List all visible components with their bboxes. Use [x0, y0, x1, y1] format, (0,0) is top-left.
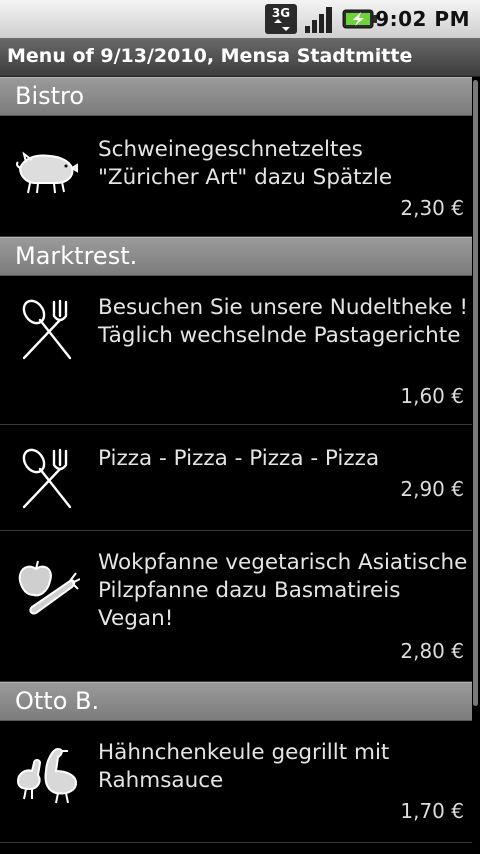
menu-item[interactable]: Schweinegeschnetzeltes "Züricher Art" da…: [0, 116, 472, 237]
section-header-bistro: Bistro: [0, 77, 472, 116]
poultry-icon: [16, 747, 78, 804]
menu-item[interactable]: Hähnchenkeule gegrillt mit Rahmsauce 1,7…: [0, 721, 472, 843]
section-header-marktrest: Marktrest.: [0, 237, 472, 276]
battery-charging-icon: [342, 9, 377, 29]
pig-icon: [15, 151, 78, 194]
dish-price: 2,30 €: [400, 196, 464, 220]
menu-item[interactable]: Wokpfanne vegetarisch Asiatische Pilzpfa…: [0, 531, 472, 682]
signal-strength-icon: [305, 7, 332, 33]
dish-price: 1,60 €: [400, 384, 464, 408]
3g-data-icon: 3G: [265, 4, 297, 34]
scrollbar-thumb[interactable]: [473, 80, 478, 706]
dish-description: Schweinegeschnetzeltes "Züricher Art" da…: [98, 137, 393, 190]
menu-item[interactable]: Besuchen Sie unsere Nudeltheke ! Täglich…: [0, 276, 472, 425]
dish-description: Hähnchenkeule gegrillt mit Rahmsauce: [98, 740, 390, 793]
dish-description: Wokpfanne vegetarisch Asiatische Pilzpfa…: [98, 550, 468, 631]
section-header-otto-b: Otto B.: [0, 682, 472, 721]
cutlery-icon: [22, 299, 72, 360]
menu-list[interactable]: Bistro Schweinegeschnetzeltes "Züricher …: [0, 77, 472, 843]
dish-description: Pizza - Pizza - Pizza - Pizza: [98, 446, 380, 471]
section-title: Otto B.: [15, 687, 100, 715]
clock: 9:02 PM: [375, 7, 470, 31]
menu-item[interactable]: Pizza - Pizza - Pizza - Pizza 2,90 €: [0, 425, 472, 531]
section-title: Bistro: [15, 82, 85, 110]
title-bar: Menu of 9/13/2010, Mensa Stadtmitte: [0, 38, 480, 77]
dish-price: 2,80 €: [400, 639, 464, 663]
vegetable-icon: [18, 560, 80, 615]
dish-price: 1,70 €: [400, 799, 464, 823]
dish-price: 2,90 €: [400, 477, 464, 501]
network-label: 3G: [272, 6, 290, 20]
cutlery-icon: [22, 448, 72, 509]
dish-description: Besuchen Sie unsere Nudeltheke ! Täglich…: [98, 295, 468, 348]
section-title: Marktrest.: [15, 242, 138, 270]
status-bar: 3G 9:02 PM: [0, 0, 480, 39]
page-title: Menu of 9/13/2010, Mensa Stadtmitte: [7, 45, 413, 67]
